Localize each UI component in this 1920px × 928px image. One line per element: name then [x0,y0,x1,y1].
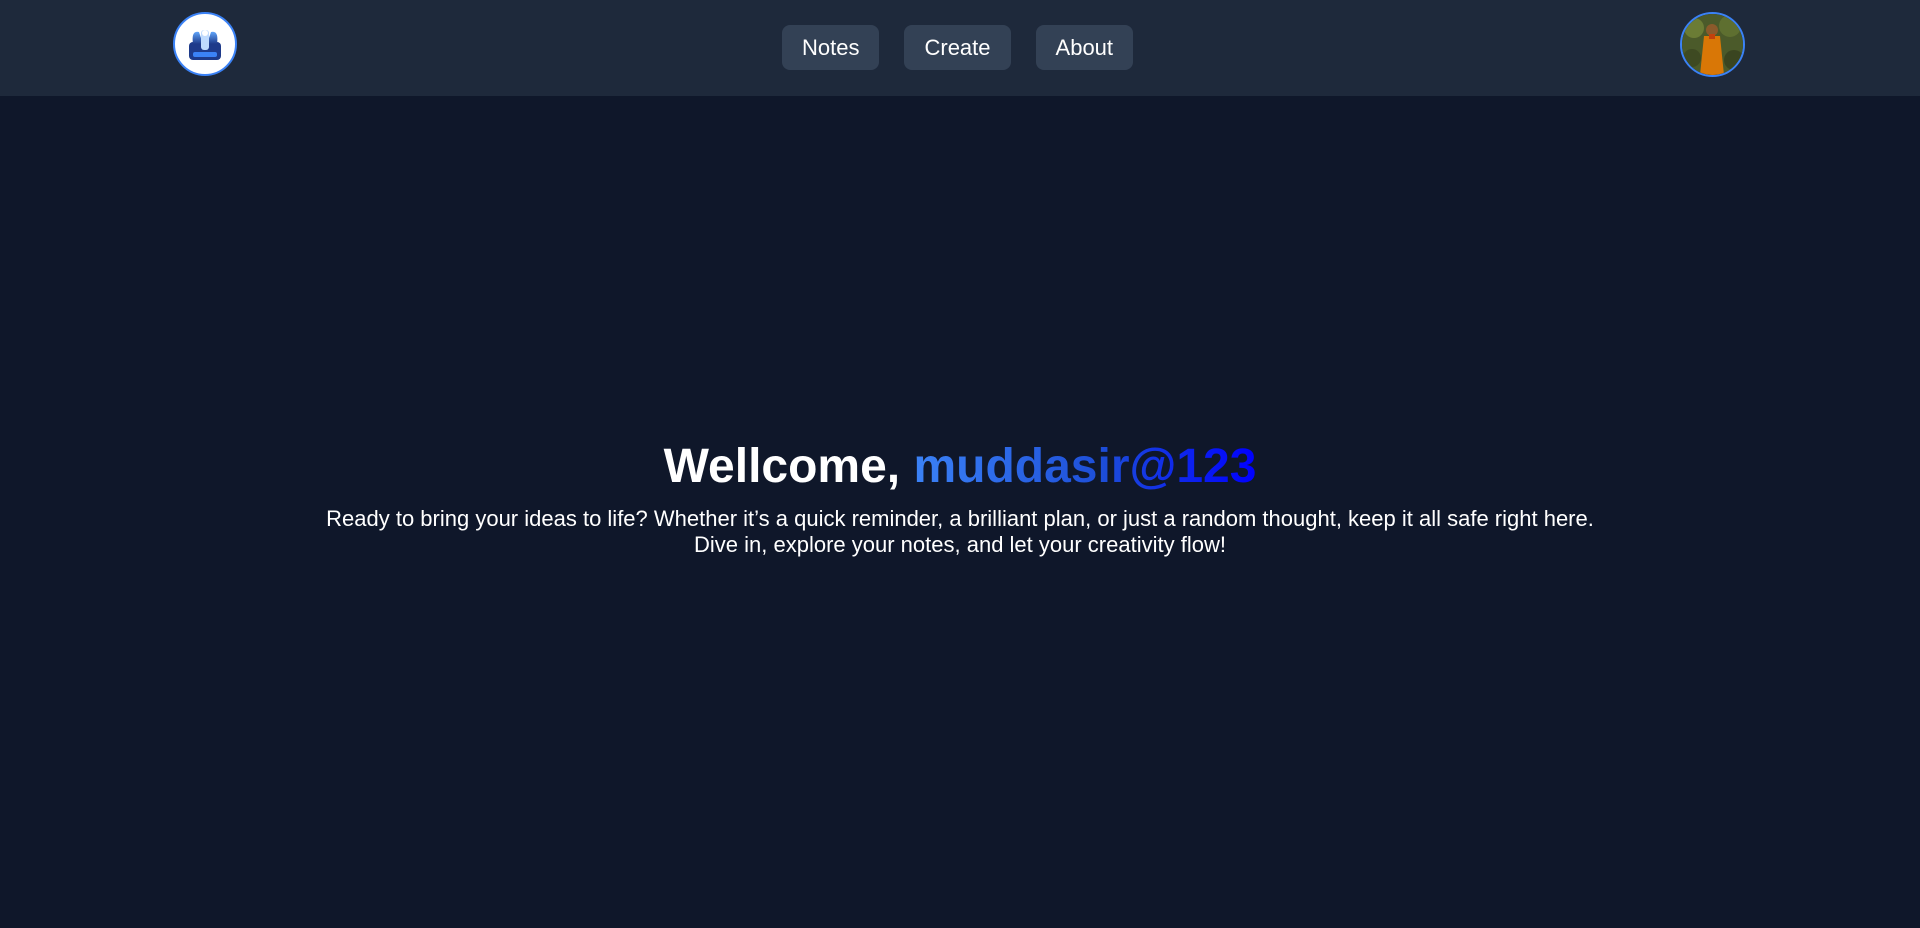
welcome-section: Wellcome, muddasir@123 Ready to bring yo… [0,432,1920,558]
nav-create-button[interactable]: Create [904,25,1011,70]
main-nav: Notes Create About [782,25,1134,70]
app-logo[interactable] [173,12,237,76]
username-text: muddasir@123 [913,440,1257,493]
page: Notes Create About Wellcome, muddasir@12… [0,0,1920,928]
nav-about-button[interactable]: About [1035,25,1134,70]
welcome-heading: Wellcome, muddasir@123 [0,432,1920,502]
top-navbar: Notes Create About [0,0,1920,96]
tagline-line-1: Ready to bring your ideas to life? Wheth… [326,506,1594,531]
user-profile-avatar [1682,14,1743,75]
tagline-line-2: Dive in, explore your notes, and let you… [694,532,1226,557]
user-avatar[interactable] [1680,12,1745,77]
greeting-text: Wellcome, [663,440,901,493]
notebook-logo-icon [189,30,221,60]
welcome-tagline: Ready to bring your ideas to life? Wheth… [300,506,1620,558]
nav-notes-button[interactable]: Notes [782,25,880,70]
